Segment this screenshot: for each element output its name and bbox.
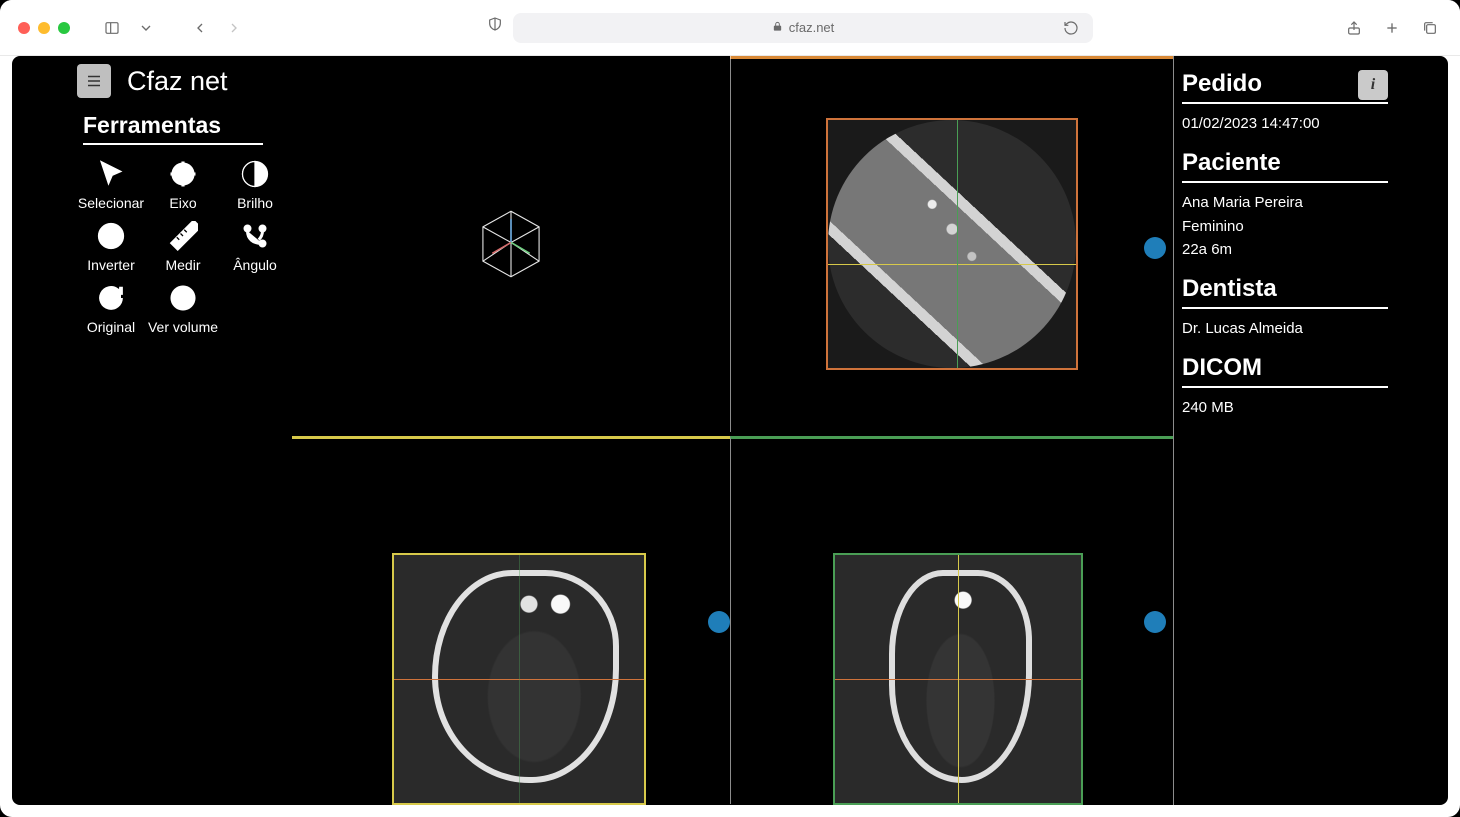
tools-divider	[83, 143, 263, 145]
tool-invert[interactable]: Inverter	[77, 221, 145, 273]
lock-icon	[772, 20, 783, 35]
tool-label: Selecionar	[78, 195, 144, 211]
tool-label: Medir	[165, 257, 200, 273]
cursor-icon	[96, 159, 126, 189]
circle-outline-icon	[96, 221, 126, 251]
info-panel: i Pedido 01/02/2023 14:47:00 Paciente An…	[1182, 70, 1388, 434]
address-bar-text: cfaz.net	[789, 20, 835, 35]
paciente-name: Ana Maria Pereira	[1182, 191, 1388, 214]
divider-handle-br[interactable]	[1144, 611, 1166, 633]
tools-grid: Selecionar Eixo Brilho	[77, 159, 292, 335]
browser-window: cfaz.net	[0, 0, 1460, 817]
ruler-icon	[168, 221, 198, 251]
tool-brightness[interactable]: Brilho	[221, 159, 289, 211]
tool-label: Original	[87, 319, 135, 335]
pedido-datetime: 01/02/2023 14:47:00	[1182, 112, 1388, 135]
tabs-overview-icon[interactable]	[1418, 17, 1442, 39]
paciente-gender: Feminino	[1182, 215, 1388, 238]
axial-slice-image	[828, 120, 1076, 368]
menu-button[interactable]	[77, 64, 111, 98]
info-section-dentista: Dentista	[1182, 275, 1388, 309]
left-panel: Cfaz net Ferramentas Selecionar Eixo	[77, 64, 292, 335]
chrome-right-controls	[1342, 17, 1442, 39]
viewport-3d[interactable]	[292, 56, 730, 432]
axial-crosshair-h	[828, 264, 1076, 265]
info-header: Dentista	[1182, 275, 1388, 303]
viewport-axial[interactable]	[730, 56, 1173, 432]
back-button[interactable]	[188, 17, 212, 39]
divider-handle-bl[interactable]	[708, 611, 730, 633]
contrast-icon	[240, 159, 270, 189]
info-icon[interactable]: i	[1358, 70, 1388, 100]
address-bar[interactable]: cfaz.net	[513, 13, 1093, 43]
tool-label: Inverter	[87, 257, 134, 273]
sagittal-slice-frame	[833, 553, 1083, 805]
info-section-dicom: DICOM	[1182, 354, 1388, 388]
crosshair-icon	[168, 159, 198, 189]
tool-label: Ver volume	[148, 319, 218, 335]
tool-select[interactable]: Selecionar	[77, 159, 145, 211]
divider-handle-tr[interactable]	[1144, 237, 1166, 259]
paciente-age: 22a 6m	[1182, 238, 1388, 261]
chevron-down-icon[interactable]	[134, 17, 158, 39]
tool-label: Ângulo	[233, 257, 277, 273]
tool-angle[interactable]: Ângulo	[221, 221, 289, 273]
dentista-name: Dr. Lucas Almeida	[1182, 317, 1388, 340]
tool-label: Brilho	[237, 195, 273, 211]
tool-measure[interactable]: Medir	[149, 221, 217, 273]
privacy-shield-icon[interactable]	[483, 13, 507, 35]
tool-original[interactable]: Original	[77, 283, 145, 335]
sagittal-crosshair-v	[958, 555, 959, 803]
coronal-slice-frame	[392, 553, 646, 805]
coronal-crosshair-v	[519, 555, 520, 803]
undo-icon	[96, 283, 126, 313]
reload-icon[interactable]	[1059, 17, 1083, 39]
sphere-icon	[168, 283, 198, 313]
axial-slice-frame	[826, 118, 1078, 370]
traffic-lights	[18, 22, 70, 34]
dicom-size: 240 MB	[1182, 396, 1388, 419]
tool-axis[interactable]: Eixo	[149, 159, 217, 211]
tools-header: Ferramentas	[83, 112, 292, 139]
viewport-sagittal[interactable]	[730, 436, 1173, 804]
coronal-slice-image	[394, 555, 644, 803]
browser-chrome: cfaz.net	[0, 0, 1460, 56]
info-header: Paciente	[1182, 149, 1388, 177]
info-section-paciente: Paciente	[1182, 149, 1388, 183]
protractor-icon	[240, 221, 270, 251]
app-viewport: Cfaz net Ferramentas Selecionar Eixo	[12, 56, 1448, 805]
sidebar-toggle-icon[interactable]	[100, 17, 124, 39]
axial-crosshair-v	[957, 120, 958, 368]
right-divider	[1173, 56, 1174, 805]
window-zoom-button[interactable]	[58, 22, 70, 34]
info-header: DICOM	[1182, 354, 1388, 382]
share-icon[interactable]	[1342, 17, 1366, 39]
window-close-button[interactable]	[18, 22, 30, 34]
tool-label: Eixo	[169, 195, 196, 211]
window-minimize-button[interactable]	[38, 22, 50, 34]
viewport-coronal[interactable]	[292, 436, 730, 804]
tool-volume[interactable]: Ver volume	[149, 283, 217, 335]
forward-button[interactable]	[222, 17, 246, 39]
orientation-cube-icon[interactable]	[292, 56, 730, 432]
sagittal-slice-image	[835, 555, 1081, 803]
app-title: Cfaz net	[127, 66, 228, 97]
new-tab-icon[interactable]	[1380, 17, 1404, 39]
